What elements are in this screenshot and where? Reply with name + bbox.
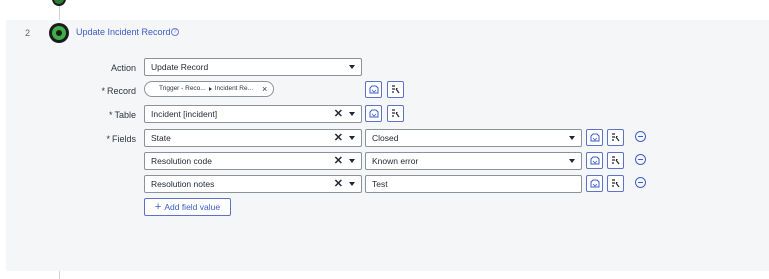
dot-walk-tree-icon[interactable] (607, 175, 624, 192)
table-value: Incident [incident] (151, 109, 218, 119)
field-name-value: Resolution notes (151, 179, 215, 189)
chevron-down-icon[interactable] (349, 182, 355, 186)
previous-step-area (0, 0, 769, 20)
chevron-down-icon[interactable] (349, 112, 355, 116)
field-name-value: Resolution code (151, 156, 212, 166)
data-pill-first: Trigger - Reco... (159, 85, 206, 92)
step-status-icon (49, 23, 69, 43)
chevron-down-icon (349, 65, 355, 69)
help-icon[interactable]: ? (171, 28, 179, 36)
remove-pill-icon[interactable]: × (262, 84, 267, 94)
chevron-down-icon[interactable] (349, 159, 355, 163)
record-pill-field[interactable]: Trigger - Reco... Incident Re... × (144, 79, 287, 98)
clear-icon[interactable]: ✕ (334, 155, 343, 167)
data-pill-picker-icon[interactable] (586, 129, 603, 146)
field-name-select[interactable]: Resolution notes ✕ (144, 175, 362, 193)
field-value: Test (372, 179, 388, 189)
clear-icon[interactable]: ✕ (334, 108, 343, 120)
table-select[interactable]: Incident [incident] ✕ (144, 105, 362, 123)
pill-separator-icon (208, 86, 212, 91)
action-select[interactable]: Update Record (144, 58, 362, 76)
dot-walk-tree-icon[interactable] (387, 81, 404, 98)
field-value-select[interactable]: Known error (365, 152, 582, 170)
plus-icon: + (154, 200, 162, 213)
data-pill[interactable]: Trigger - Reco... Incident Re... × (144, 80, 275, 97)
dot-walk-tree-icon[interactable] (387, 105, 404, 122)
remove-circle-icon[interactable] (635, 131, 646, 142)
clear-icon[interactable]: ✕ (334, 178, 343, 190)
field-name-value: State (151, 133, 171, 143)
dot-walk-tree-icon[interactable] (607, 129, 624, 146)
field-value-select[interactable]: Closed (365, 129, 582, 147)
data-pill-picker-icon[interactable] (586, 152, 603, 169)
chevron-down-icon[interactable] (569, 136, 575, 140)
field-value: Known error (372, 156, 419, 166)
action-label: Action (110, 63, 136, 73)
fields-label: * Fields (106, 134, 136, 144)
table-label: * Table (108, 110, 136, 120)
remove-circle-icon[interactable] (635, 154, 646, 165)
add-field-value-button[interactable]: + Add field value (144, 198, 231, 216)
field-name-select[interactable]: Resolution code ✕ (144, 152, 362, 170)
field-value: Closed (372, 133, 399, 143)
data-pill-picker-icon[interactable] (365, 81, 382, 98)
remove-circle-icon[interactable] (635, 177, 646, 188)
step-number: 2 (25, 28, 31, 38)
record-label: * Record (101, 86, 136, 96)
flow-connector-bottom (59, 271, 60, 279)
action-value: Update Record (151, 62, 209, 72)
add-field-value-label: Add field value (164, 202, 221, 212)
field-name-select[interactable]: State ✕ (144, 129, 362, 147)
dot-walk-tree-icon[interactable] (607, 152, 624, 169)
clear-icon[interactable]: ✕ (334, 132, 343, 144)
chevron-down-icon[interactable] (349, 136, 355, 140)
data-pill-second: Incident Re... (214, 85, 254, 92)
data-pill-picker-icon[interactable] (365, 105, 382, 122)
data-pill-picker-icon[interactable] (586, 175, 603, 192)
step-title[interactable]: Update Incident Record (76, 27, 171, 37)
chevron-down-icon[interactable] (569, 159, 575, 163)
field-value-input[interactable]: Test (365, 175, 582, 193)
